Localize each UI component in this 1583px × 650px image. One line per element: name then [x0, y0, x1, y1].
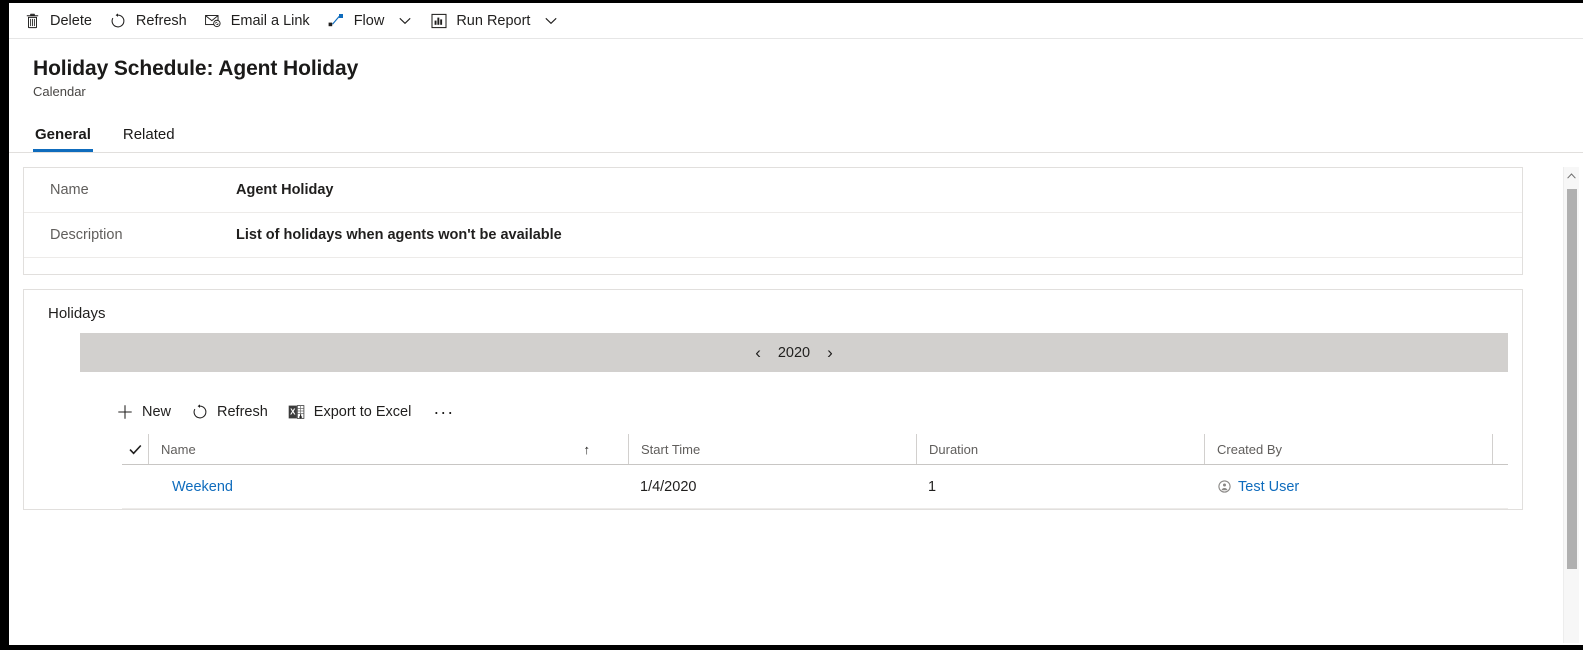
refresh-icon	[110, 12, 127, 29]
next-year-button[interactable]: ›	[824, 342, 836, 363]
email-link-icon	[204, 12, 222, 29]
table-row[interactable]: Weekend 1/4/2020 1 Test User	[122, 465, 1508, 509]
tab-general-label: General	[35, 126, 91, 143]
email-a-link-button-label: Email a Link	[230, 12, 310, 29]
column-header-start-time-label: Start Time	[641, 441, 701, 457]
tab-general[interactable]: General	[33, 126, 93, 152]
scroll-up-arrow-icon[interactable]	[1564, 167, 1579, 184]
scrollbar-thumb[interactable]	[1567, 189, 1577, 569]
page-subtitle: Calendar	[33, 84, 86, 99]
general-details-card: Name Agent Holiday Description List of h…	[23, 167, 1523, 275]
refresh-icon	[191, 404, 208, 421]
run-report-button[interactable]: Run Report	[421, 5, 567, 37]
chevron-down-icon[interactable]	[544, 17, 558, 25]
field-row-name: Name Agent Holiday	[24, 168, 1522, 213]
add-icon	[116, 404, 133, 421]
cell-duration: 1	[928, 478, 937, 495]
current-year-label: 2020	[777, 344, 811, 361]
cell-start-time: 1/4/2020	[640, 478, 697, 495]
report-icon	[430, 12, 447, 29]
svg-text:X: X	[290, 408, 296, 417]
chevron-down-icon[interactable]	[398, 17, 412, 25]
overflow-icon: ···	[433, 401, 455, 422]
holidays-grid: Name ↑ Start Time Duration Created By We…	[122, 434, 1508, 509]
export-to-excel-button[interactable]: X Export to Excel	[278, 396, 422, 428]
record-command-bar: Delete Refresh Email a Link Flow Run Rep…	[9, 3, 1583, 39]
holidays-card: Holidays ‹ 2020 › New Refresh X Export t…	[23, 289, 1523, 510]
column-header-duration-label: Duration	[929, 441, 979, 457]
description-field-label: Description	[50, 227, 123, 243]
excel-icon: X	[288, 404, 305, 421]
delete-button-label: Delete	[50, 12, 92, 29]
cell-name: Weekend	[148, 479, 628, 495]
description-field-value[interactable]: List of holidays when agents won't be av…	[236, 227, 562, 243]
refresh-button[interactable]: Refresh	[101, 5, 196, 37]
column-header-name-label: Name	[161, 441, 196, 457]
form-tabs: General Related	[33, 118, 1583, 152]
column-header-name[interactable]: Name ↑	[148, 434, 628, 464]
tab-related[interactable]: Related	[121, 126, 177, 152]
column-header-created-by-label: Created By	[1217, 441, 1283, 457]
flow-button[interactable]: Flow	[319, 5, 422, 37]
field-row-description: Description List of holidays when agents…	[24, 213, 1522, 258]
flow-icon	[328, 12, 345, 29]
year-navigation-bar: ‹ 2020 ›	[80, 333, 1508, 372]
subgrid-refresh-button-label: Refresh	[217, 404, 268, 420]
column-header-start-time[interactable]: Start Time	[628, 434, 916, 464]
overflow-menu-button[interactable]: ···	[421, 396, 466, 428]
column-resize-handle[interactable]	[1492, 434, 1494, 464]
tab-related-label: Related	[122, 126, 175, 143]
column-header-created-by[interactable]: Created By	[1204, 434, 1492, 464]
name-field-label: Name	[50, 182, 89, 198]
run-report-button-label: Run Report	[456, 12, 531, 29]
header-divider	[9, 152, 1583, 153]
select-all-checkbox[interactable]	[122, 444, 148, 455]
new-button[interactable]: New	[106, 396, 181, 428]
created-by-user-link[interactable]: Test User	[1238, 479, 1299, 495]
delete-button[interactable]: Delete	[15, 5, 101, 37]
subgrid-command-bar: New Refresh X Export to Excel ···	[24, 390, 1522, 434]
cell-created-by: Test User	[1204, 479, 1492, 495]
form-body: Name Agent Holiday Description List of h…	[9, 167, 1583, 643]
name-field-value[interactable]: Agent Holiday	[236, 182, 333, 198]
email-a-link-button[interactable]: Email a Link	[196, 5, 319, 37]
refresh-button-label: Refresh	[135, 12, 187, 29]
grid-header-row: Name ↑ Start Time Duration Created By	[122, 434, 1508, 465]
screenshot-frame: Delete Refresh Email a Link Flow Run Rep…	[0, 0, 1583, 650]
export-to-excel-button-label: Export to Excel	[313, 404, 412, 420]
app-window: Delete Refresh Email a Link Flow Run Rep…	[9, 3, 1583, 645]
record-header: Holiday Schedule: Agent Holiday Calendar…	[9, 39, 1583, 152]
row-name-link[interactable]: Weekend	[172, 479, 233, 495]
previous-year-button[interactable]: ‹	[752, 342, 764, 363]
trash-icon	[24, 12, 41, 29]
holidays-section-title: Holidays	[48, 305, 106, 322]
new-button-label: New	[142, 404, 172, 420]
card-bottom-spacer	[24, 258, 1522, 274]
column-header-duration[interactable]: Duration	[916, 434, 1204, 464]
vertical-scrollbar[interactable]	[1563, 167, 1579, 643]
subgrid-refresh-button[interactable]: Refresh	[181, 396, 278, 428]
user-circle-icon	[1218, 480, 1231, 493]
flow-button-label: Flow	[353, 12, 385, 29]
page-title: Holiday Schedule: Agent Holiday	[33, 57, 359, 80]
sort-ascending-icon: ↑	[583, 441, 591, 457]
